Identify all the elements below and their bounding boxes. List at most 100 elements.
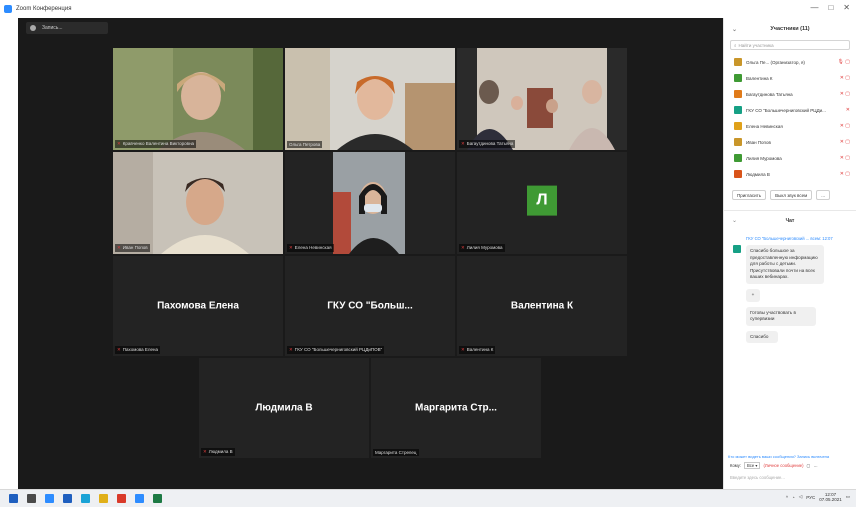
participant-item[interactable]: Ольга Пе... (Организатор, я) 🎙 ▢	[724, 54, 856, 70]
mic-video-status-icon[interactable]: ✕ ▢	[840, 171, 850, 177]
explorer-icon[interactable]	[99, 494, 108, 503]
chat-recipient: Кому: Все ▾ (Личное сообщение) ▢ …	[730, 462, 818, 469]
video-tile-2[interactable]: Ольга Петрова	[285, 48, 455, 150]
participant-big-name: Людмила В	[255, 402, 313, 414]
avatar: Л	[527, 185, 557, 216]
mic-video-status-icon[interactable]: ✕	[846, 107, 850, 113]
mic-muted-icon: ✕	[203, 449, 207, 454]
tile-name-label: ✕ Пахомова Елена	[115, 346, 161, 354]
close-button[interactable]: ✕	[843, 3, 850, 12]
mic-video-status-icon[interactable]: ✕ ▢	[840, 139, 850, 145]
participant-video	[113, 152, 283, 254]
participant-video	[113, 48, 283, 150]
mic-video-status-icon[interactable]: ✕ ▢	[840, 155, 850, 161]
file-icon[interactable]: ▢	[807, 463, 811, 468]
edge-icon[interactable]	[81, 494, 90, 503]
mute-all-button[interactable]: Выкл звук всем	[770, 190, 813, 200]
more-button[interactable]: ...	[816, 190, 831, 200]
participant-name: ГКУ СО "Большечерниговский РЦДи...	[746, 107, 826, 113]
participant-name: Елена Невинская	[746, 123, 783, 129]
participant-item[interactable]: Валентина К ✕ ▢	[724, 70, 856, 86]
chat-title: Чат	[785, 217, 795, 224]
notifications-icon[interactable]: ▭	[846, 494, 850, 500]
participant-item[interactable]: Людмила В ✕ ▢	[724, 166, 856, 182]
tile-name-label: ✕ Валентина К	[459, 346, 496, 354]
side-panel: ⌄ Участники (11) ⌕ Найти участника Ольга…	[723, 18, 856, 489]
chat-messages: Спасибо большое за предоставленную инфор…	[724, 245, 856, 344]
clock-date: 07.05.2021	[819, 497, 842, 502]
recording-chip[interactable]: Запись...	[26, 22, 108, 34]
tile-name-label: ✕ ГКУ СО "Большечерниговский РЦДиПОВ"	[287, 346, 385, 354]
mic-muted-icon: ✕	[461, 245, 465, 250]
video-tile-7[interactable]: Пахомова Елена ✕ Пахомова Елена	[113, 256, 283, 356]
avatar	[734, 58, 742, 66]
video-tile-9[interactable]: Валентина К ✕ Валентина К	[457, 256, 627, 356]
zoom-icon[interactable]	[135, 494, 144, 503]
more-icon[interactable]: …	[814, 463, 818, 468]
participants-title: Участники (11)	[770, 26, 810, 32]
maximize-button[interactable]: □	[828, 3, 833, 12]
clock[interactable]: 12:07 07.05.2021	[819, 492, 842, 502]
excel-icon[interactable]	[153, 494, 162, 503]
participant-name: Иван Попов	[746, 139, 771, 145]
participant-name: Лилия Муромова	[746, 155, 782, 161]
invite-button[interactable]: Пригласить	[732, 190, 767, 200]
meeting-gallery: Запись... ✕ Кравченко Валентина Викторовн…	[18, 18, 723, 489]
search-icon[interactable]	[27, 494, 36, 503]
avatar	[733, 245, 741, 253]
participant-item[interactable]: Багаутдинова Татьяна ✕ ▢	[724, 86, 856, 102]
participant-item[interactable]: ГКУ СО "Большечерниговский РЦДи... ✕	[724, 102, 856, 118]
zoom-window: Zoom Конференция — □ ✕ Запись... ✕ Кравче…	[0, 0, 856, 489]
tile-name-label: ✕ Багаутдинова Татьяна	[459, 140, 516, 148]
language-indicator[interactable]: РУС	[806, 495, 815, 500]
video-tile-3[interactable]: ✕ Багаутдинова Татьяна	[457, 48, 627, 150]
tile-name-label: ✕ Кравченко Валентина Викторовна	[115, 140, 197, 148]
window-controls: — □ ✕	[810, 3, 850, 12]
chat-header: ⌄ Чат	[724, 210, 856, 230]
avatar	[734, 74, 742, 82]
mic-video-status-icon[interactable]: 🎙 ▢	[838, 59, 850, 65]
avatar	[734, 170, 742, 178]
private-message-label: (Личное сообщение)	[763, 463, 804, 468]
participant-item[interactable]: Лилия Муромова ✕ ▢	[724, 150, 856, 166]
participant-search-input[interactable]: ⌕ Найти участника	[730, 40, 850, 50]
recipient-select[interactable]: Все ▾	[743, 462, 761, 469]
zoom-app-icon	[4, 5, 12, 13]
avatar	[734, 122, 742, 130]
chat-message: Спасибо	[746, 330, 778, 344]
taskview-icon[interactable]	[45, 494, 54, 503]
video-tile-5[interactable]: ✕ Елена Невинская	[285, 152, 455, 254]
video-tile-4[interactable]: ✕ Иван Попов	[113, 152, 283, 254]
yandex-icon[interactable]	[117, 494, 126, 503]
volume-icon[interactable]: ◁	[799, 494, 802, 500]
recording-icon	[30, 25, 36, 31]
tile-name-label: Ольга Петрова	[287, 141, 323, 148]
mic-video-status-icon[interactable]: ✕ ▢	[840, 123, 850, 129]
mic-muted-icon: ✕	[289, 245, 293, 250]
chat-message: Спасибо большое за предоставленную инфор…	[746, 245, 824, 284]
search-icon: ⌕	[734, 42, 737, 48]
chevron-down-icon[interactable]: ⌄	[732, 26, 737, 33]
chat-input[interactable]: Введите здесь сообщение...	[730, 475, 785, 480]
calculator-icon[interactable]	[63, 494, 72, 503]
participant-item[interactable]: Иван Попов ✕ ▢	[724, 134, 856, 150]
chat-message: Готовы участвовать в супервизии	[746, 306, 816, 326]
start-icon[interactable]	[9, 494, 18, 503]
minimize-button[interactable]: —	[810, 3, 818, 12]
network-icon[interactable]: ◔	[792, 495, 795, 500]
mic-video-status-icon[interactable]: ✕ ▢	[840, 91, 850, 97]
video-tile-6[interactable]: Л ✕ Лилия Муромова	[457, 152, 627, 254]
video-tile-10[interactable]: Людмила В ✕ Людмила В	[199, 358, 369, 458]
mic-video-status-icon[interactable]: ✕ ▢	[840, 75, 850, 81]
participant-big-name: Пахомова Елена	[157, 300, 239, 312]
participant-list: Ольга Пе... (Организатор, я) 🎙 ▢ Валентина…	[724, 54, 856, 182]
avatar	[734, 106, 742, 114]
chat-visibility-notice[interactable]: Кто может видеть ваши сообщения? Запись …	[724, 454, 856, 459]
participant-name: Людмила В	[746, 171, 770, 177]
chevron-up-icon[interactable]: ^	[786, 495, 788, 500]
video-tile-1[interactable]: ✕ Кравченко Валентина Викторовна	[113, 48, 283, 150]
chevron-down-icon[interactable]: ⌄	[732, 217, 737, 224]
participant-item[interactable]: Елена Невинская ✕ ▢	[724, 118, 856, 134]
video-tile-8[interactable]: ГКУ СО "Больш... ✕ ГКУ СО "Большечернигов…	[285, 256, 455, 356]
video-tile-11[interactable]: Маргарита Стр... Маргарита Стрелец	[371, 358, 541, 458]
